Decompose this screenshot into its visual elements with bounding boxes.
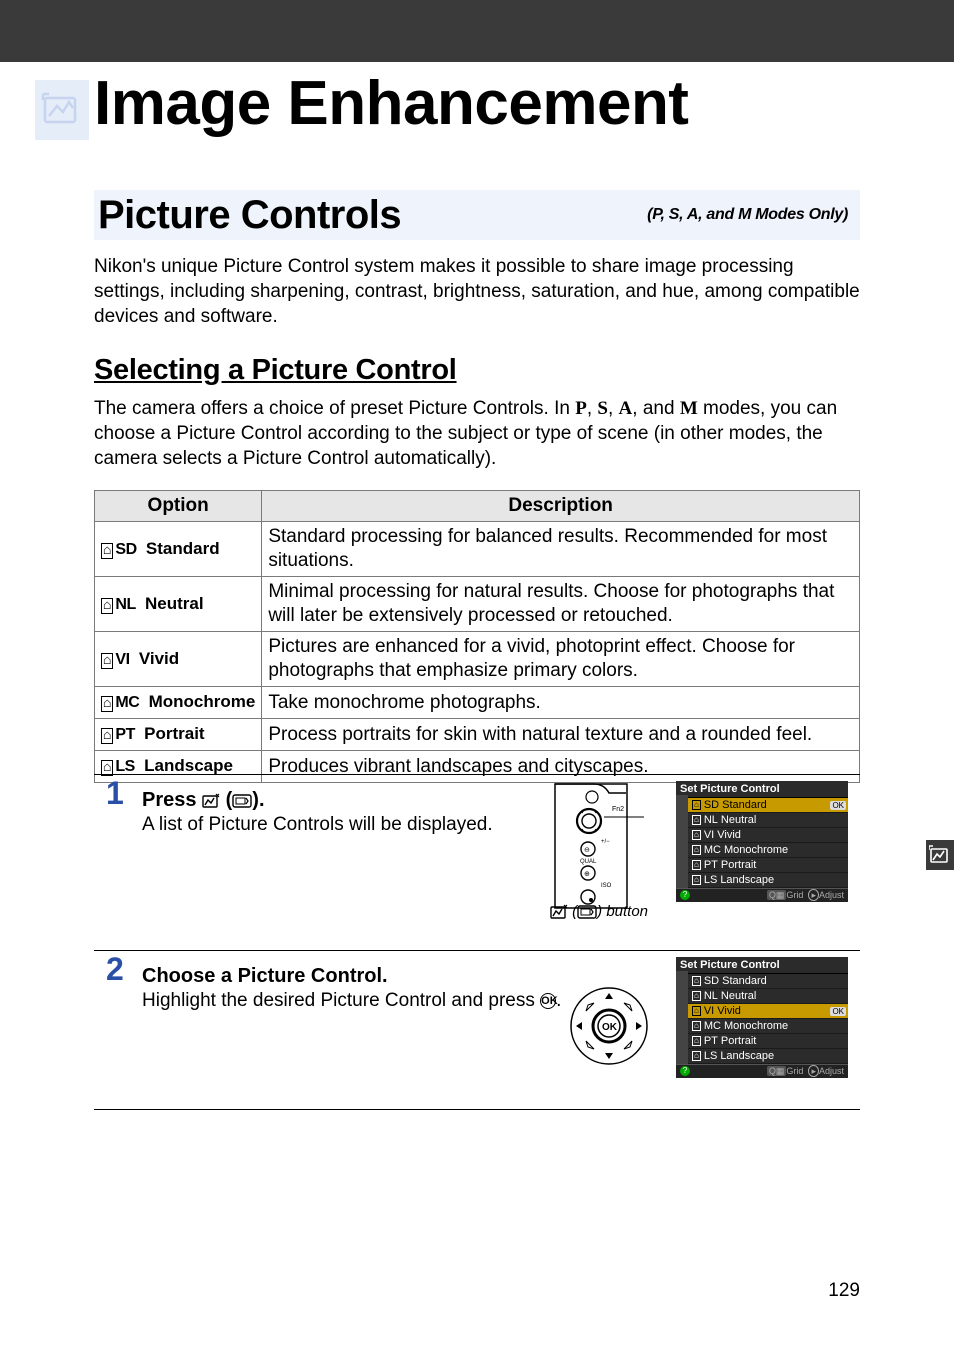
svg-text:+/−: +/− — [601, 839, 610, 845]
menu-item: ⌂VI VividOK — [688, 1004, 848, 1019]
sub-heading: Selecting a Picture Control — [94, 354, 457, 387]
step-2-body: Highlight the desired Picture Control an… — [142, 988, 572, 1013]
menu-footer: ? Q▦Grid ▸Adjust — [676, 888, 848, 902]
step-number: 2 — [106, 951, 124, 988]
menu-sidebar-icons — [676, 795, 688, 888]
menu-item: ⌂LS Landscape — [688, 873, 848, 888]
step-1: 1 Press (). A list of Picture Controls w… — [94, 774, 860, 837]
table-row: ⌂MC Monochrome Take monochrome photograp… — [95, 687, 860, 719]
menu-item: ⌂NL Neutral — [688, 989, 848, 1004]
menu-item: ⌂PT Portrait — [688, 858, 848, 873]
svg-text:Fn2: Fn2 — [612, 806, 624, 813]
section-heading-band: Picture Controls (P, S, A, and M Modes O… — [94, 190, 860, 240]
svg-text:⊖: ⊖ — [584, 847, 590, 854]
menu-screenshot-step1: Set Picture Control ⌂SD StandardOK ⌂NL N… — [676, 781, 848, 902]
svg-text:QUAL: QUAL — [580, 859, 597, 865]
pc-icon: ⌂ — [101, 598, 113, 614]
pc-button-icon — [550, 904, 568, 920]
section-title: Picture Controls — [98, 193, 401, 238]
step-1-body: A list of Picture Controls will be displ… — [142, 812, 572, 837]
svg-text:⊕: ⊕ — [584, 871, 590, 878]
menu-title: Set Picture Control — [676, 957, 848, 974]
chapter-tab — [35, 80, 89, 140]
page-title: Image Enhancement — [94, 68, 688, 139]
side-tab — [926, 840, 954, 870]
step-number: 1 — [106, 775, 124, 812]
menu-item: ⌂LS Landscape — [688, 1049, 848, 1064]
pc-icon: ⌂ — [101, 653, 113, 669]
intro-paragraph: Nikon's unique Picture Control system ma… — [94, 254, 860, 329]
menu-title: Set Picture Control — [676, 781, 848, 798]
table-row: ⌂VI Vivid Pictures are enhanced for a vi… — [95, 632, 860, 687]
table-header-description: Description — [262, 491, 860, 522]
pc-icon: ⌂ — [101, 728, 113, 744]
page-number: 129 — [828, 1280, 860, 1302]
top-bar — [0, 0, 954, 62]
pc-framed-icon — [577, 905, 597, 919]
table-header-option: Option — [95, 491, 262, 522]
svg-text:OK: OK — [602, 1022, 618, 1033]
sub-intro-paragraph: The camera offers a choice of preset Pic… — [94, 396, 860, 471]
menu-item: ⌂VI Vivid — [688, 828, 848, 843]
menu-sidebar-icons — [676, 971, 688, 1064]
menu-item: ⌂MC Monochrome — [688, 1019, 848, 1034]
menu-screenshot-step2: Set Picture Control ⌂SD Standard ⌂NL Neu… — [676, 957, 848, 1078]
step-2: 2 Choose a Picture Control. Highlight th… — [94, 950, 860, 1110]
menu-item: ⌂SD Standard — [688, 974, 848, 989]
menu-footer: ? Q▦Grid ▸Adjust — [676, 1064, 848, 1078]
button-caption: () button — [549, 903, 649, 920]
pc-framed-icon — [232, 794, 252, 808]
pc-icon: ⌂ — [101, 696, 113, 712]
table-row: ⌂NL Neutral Minimal processing for natur… — [95, 577, 860, 632]
section-note: (P, S, A, and M Modes Only) — [647, 206, 848, 224]
table-row: ⌂PT Portrait Process portraits for skin … — [95, 719, 860, 751]
menu-item: ⌂PT Portrait — [688, 1034, 848, 1049]
picture-control-icon — [929, 845, 951, 865]
pc-icon: ⌂ — [101, 543, 113, 559]
menu-item: ⌂MC Monochrome — [688, 843, 848, 858]
svg-text:ISO: ISO — [601, 883, 612, 889]
ok-button-icon: OK — [540, 993, 556, 1009]
pc-button-icon — [202, 793, 220, 809]
menu-item: ⌂SD StandardOK — [688, 798, 848, 813]
picture-control-table: Option Description ⌂SD Standard Standard… — [94, 490, 860, 783]
table-row: ⌂SD Standard Standard processing for bal… — [95, 522, 860, 577]
camera-back-illustration: Fn2 ⊖ +/− QUAL ⊕ ISO — [554, 783, 654, 913]
multi-selector-illustration: OK — [564, 981, 654, 1071]
picture-control-icon — [41, 88, 83, 130]
menu-item: ⌂NL Neutral — [688, 813, 848, 828]
